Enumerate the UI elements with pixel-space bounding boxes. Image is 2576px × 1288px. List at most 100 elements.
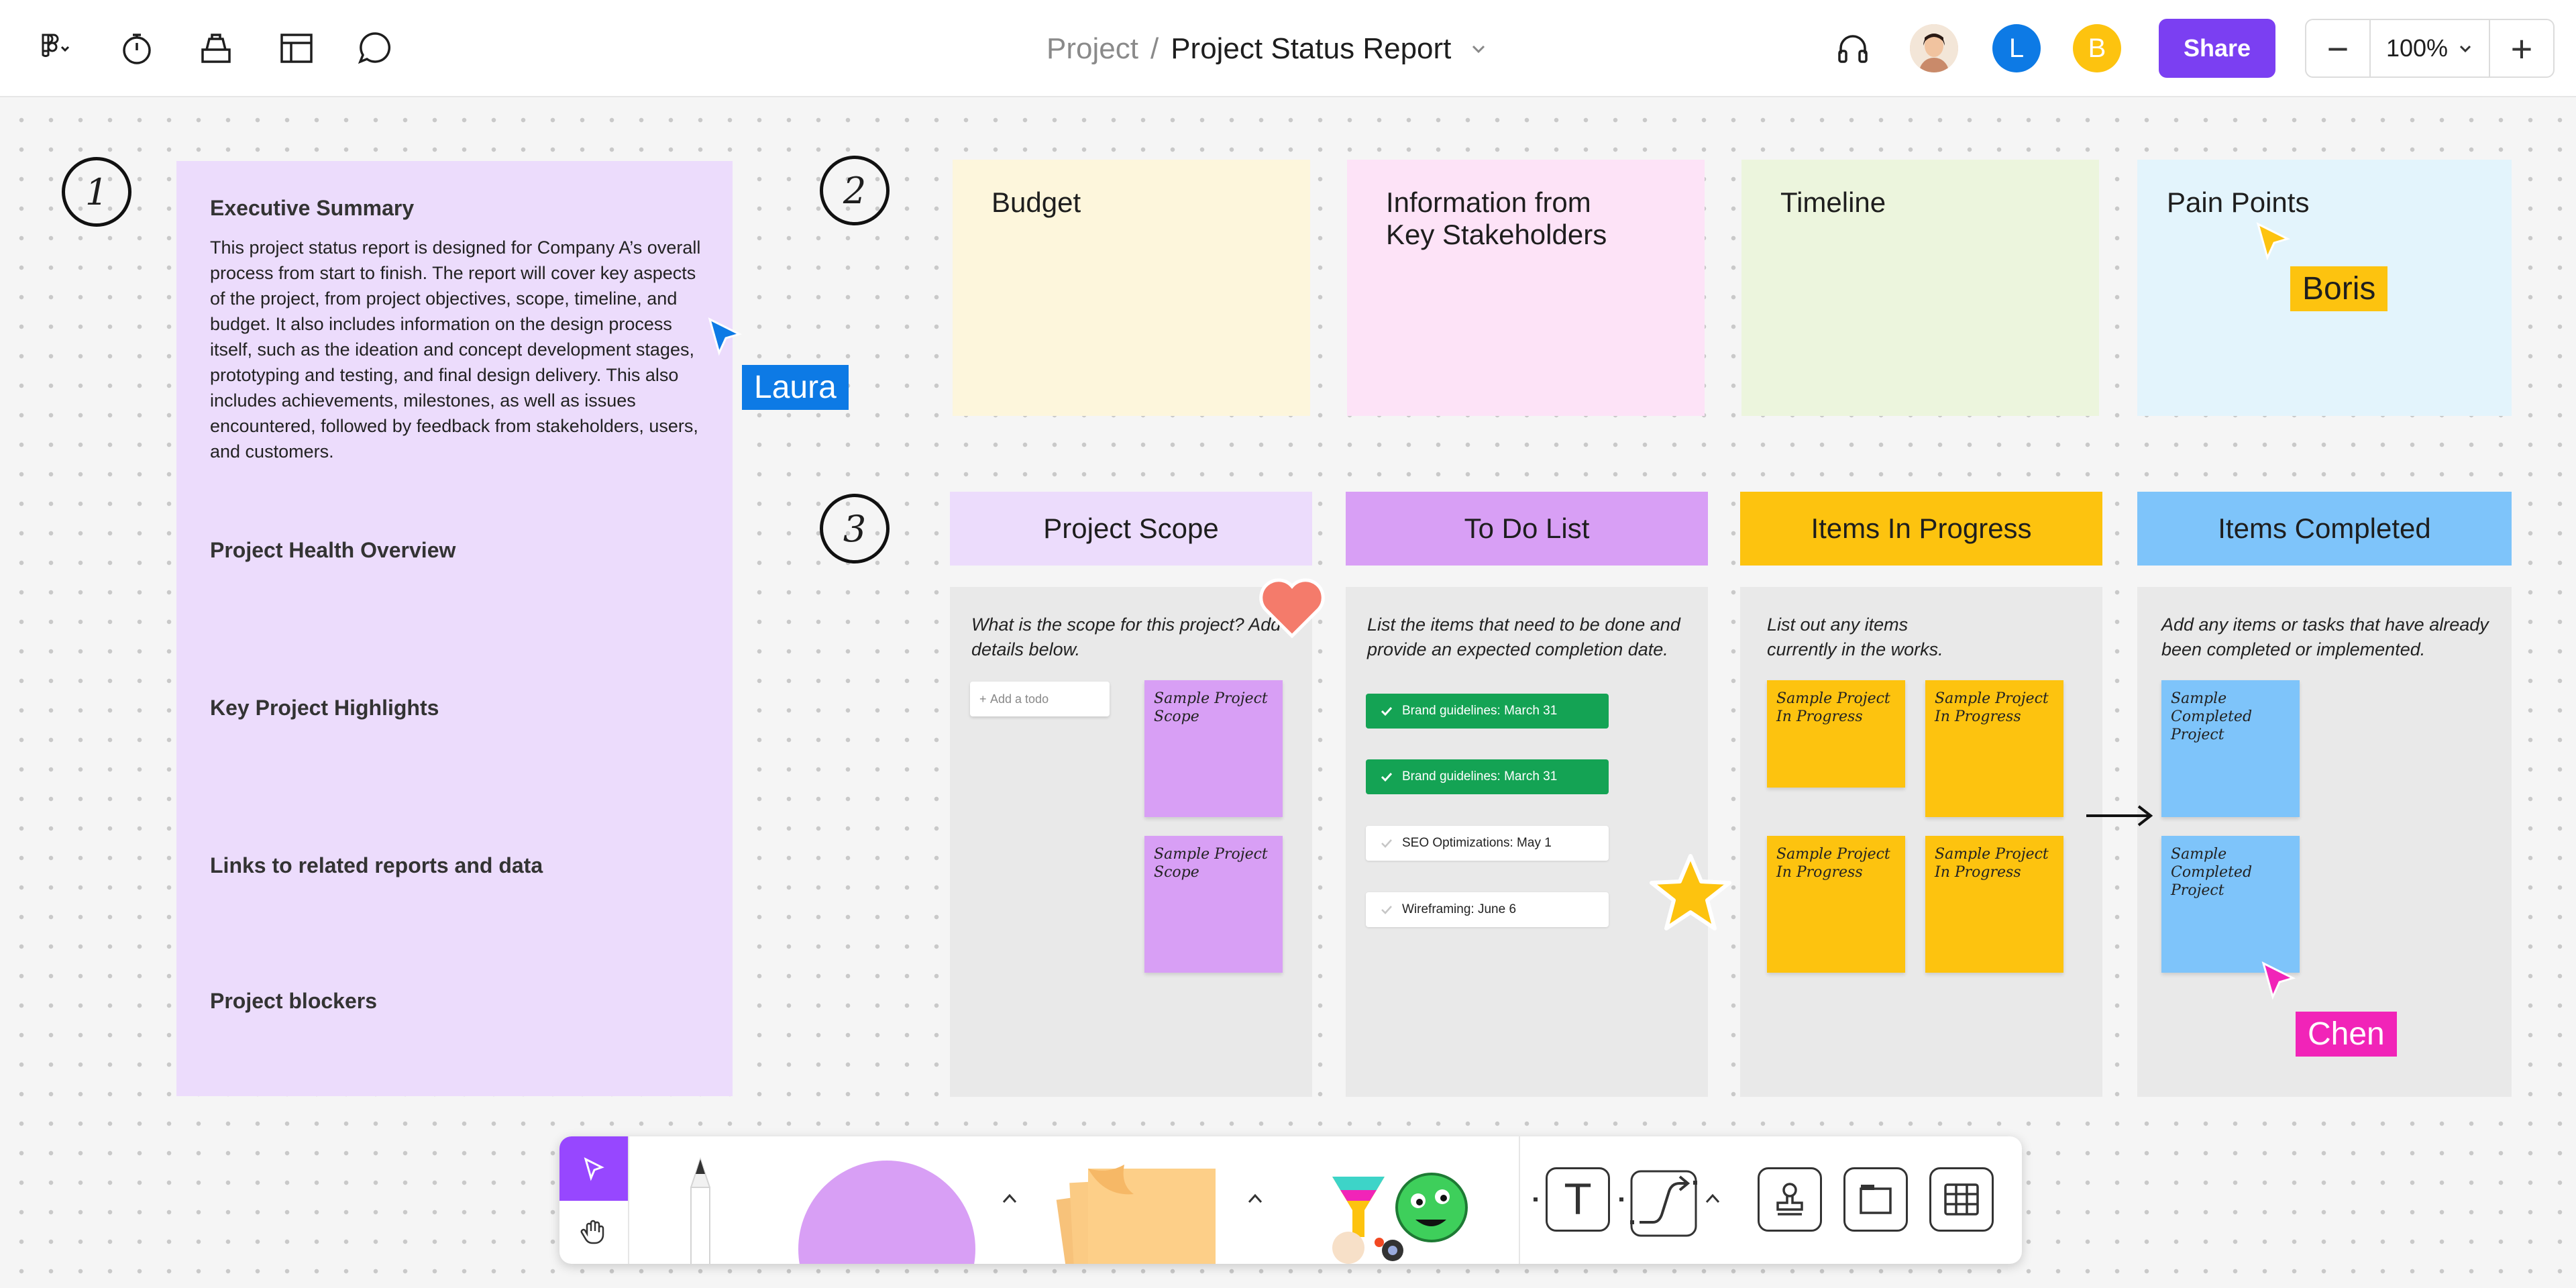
breadcrumb-project[interactable]: Project [1046,32,1138,66]
text-tool-handles [1534,1197,1623,1201]
toolbar-divider [1519,1136,1520,1264]
project-health-heading: Project Health Overview [210,538,456,562]
task-item[interactable]: Brand guidelines: March 31 [1366,694,1609,729]
sticky-note-scope[interactable]: Sample Project Scope [1144,680,1283,817]
checkbox-icon[interactable] [1378,901,1395,918]
hand-icon [580,1220,604,1244]
zoom-control: − 100% + [2305,19,2555,78]
pencil-tool[interactable] [680,1157,720,1264]
share-button[interactable]: Share [2159,19,2275,78]
chevron-up-icon[interactable] [1244,1187,1267,1210]
sticky-label: Information from Key Stakeholders [1386,186,1607,250]
sticky-stakeholders[interactable]: Information from Key Stakeholders [1347,160,1705,416]
headphones-icon[interactable] [1831,27,1874,70]
key-highlights-heading: Key Project Highlights [210,696,439,720]
zoom-out-button[interactable]: − [2306,20,2369,76]
avatar-b[interactable]: B [2073,24,2121,72]
file-title[interactable]: Project / Project Status Report [1046,25,1489,72]
document-title[interactable]: Project Status Report [1171,32,1451,66]
column-description: List the items that need to be done and … [1367,614,1680,659]
sticky-budget[interactable]: Budget [953,160,1310,416]
top-bar: Project / Project Status Report L B Shar… [0,0,2576,97]
sticky-note-in-progress[interactable]: Sample Project In Progress [1767,680,1905,788]
comment-icon[interactable] [354,27,397,70]
sticky-label: Timeline [1780,186,1886,218]
column-header-scope[interactable]: Project Scope [950,492,1312,566]
pointer-icon [584,1157,604,1181]
column-header-todo[interactable]: To Do List [1346,492,1708,566]
select-tool[interactable] [559,1136,628,1201]
hand-tool[interactable] [559,1201,628,1264]
column-description: List out any items currently in the work… [1767,614,1943,659]
column-description: What is the scope for this project? Add … [971,614,1281,659]
sticky-note-scope[interactable]: Sample Project Scope [1144,836,1283,973]
sticky-timeline[interactable]: Timeline [1741,160,2099,416]
column-description: Add any items or tasks that have already… [2161,614,2489,659]
star-sticker[interactable] [1648,852,1733,936]
chevron-down-icon[interactable] [1468,39,1489,59]
related-links-heading: Links to related reports and data [210,853,543,877]
avatar-photo[interactable] [1910,24,1958,72]
sticky-note-completed[interactable]: Sample Completed Project [2161,836,2300,973]
sticker-tool[interactable] [1318,1163,1472,1264]
chevron-up-icon[interactable] [998,1187,1021,1210]
stamp-tray-icon[interactable] [195,27,237,70]
stamp-icon [1776,1183,1803,1216]
sticky-note-completed[interactable]: Sample Completed Project [2161,680,2300,817]
sticky-note-in-progress[interactable]: Sample Project In Progress [1925,680,2063,817]
toolbar-divider [628,1136,629,1264]
bottom-toolbar: T [559,1136,2022,1264]
add-todo-input[interactable]: Add a todo [970,682,1110,716]
layout-icon[interactable] [275,27,318,70]
sticky-note-tool[interactable] [1048,1159,1222,1264]
stamp-tool[interactable] [1758,1167,1822,1232]
figma-menu-icon[interactable] [20,27,87,70]
heart-sticker[interactable] [1258,577,1326,639]
zoom-dropdown[interactable]: 100% [2369,20,2490,76]
section-number-3: 3 [820,494,890,564]
task-label: Brand guidelines: March 31 [1402,769,1558,784]
cursor-arrow-icon [2261,961,2296,1000]
table-icon [1944,1183,1979,1216]
sticky-note-in-progress[interactable]: Sample Project In Progress [1767,836,1905,973]
chevron-up-icon[interactable] [1701,1187,1724,1210]
section-number-1: 1 [62,157,131,227]
executive-summary-panel[interactable]: Executive Summary This project status re… [176,161,733,1096]
avatar-l[interactable]: L [1992,24,2041,72]
zoom-value: 100% [2385,34,2449,62]
task-item[interactable]: SEO Optimizations: May 1 [1366,826,1609,861]
sticky-label: Pain Points [2167,186,2310,218]
executive-summary-title: Executive Summary [210,196,415,220]
breadcrumb-separator: / [1150,32,1159,65]
column-header-completed[interactable]: Items Completed [2137,492,2512,566]
cursor-label-chen: Chen [2296,1012,2397,1057]
sticky-note-in-progress[interactable]: Sample Project In Progress [1925,836,2063,973]
sticky-label: Budget [991,186,1081,218]
figjam-board: Project / Project Status Report L B Shar… [0,0,2576,1288]
section-icon [1860,1185,1892,1214]
arrow-connector[interactable] [2085,802,2155,829]
section-tool[interactable] [1843,1167,1908,1232]
task-label: Wireframing: June 6 [1402,902,1517,916]
cursor-arrow-icon [708,317,742,356]
section-number-2: 2 [820,156,890,225]
checkbox-icon[interactable] [1378,835,1395,852]
task-label: Brand guidelines: March 31 [1402,704,1558,718]
user-photo-icon [1910,24,1958,72]
cursor-label-boris: Boris [2290,266,2388,311]
task-item[interactable]: Wireframing: June 6 [1366,892,1609,927]
column-header-in-progress[interactable]: Items In Progress [1740,492,2102,566]
project-blockers-heading: Project blockers [210,989,377,1013]
checkmark-icon[interactable] [1378,702,1395,720]
task-label: SEO Optimizations: May 1 [1402,836,1552,850]
executive-summary-body: This project status report is designed f… [210,237,701,462]
timer-icon[interactable] [115,27,158,70]
cursor-arrow-icon [2256,222,2290,261]
chevron-down-icon [2459,45,2471,53]
zoom-in-button[interactable]: + [2490,20,2553,76]
checkmark-icon[interactable] [1378,768,1395,786]
cursor-label-laura: Laura [742,365,849,410]
task-item[interactable]: Brand guidelines: March 31 [1366,759,1609,794]
shape-tool[interactable] [798,1161,975,1264]
table-tool[interactable] [1929,1167,1994,1232]
